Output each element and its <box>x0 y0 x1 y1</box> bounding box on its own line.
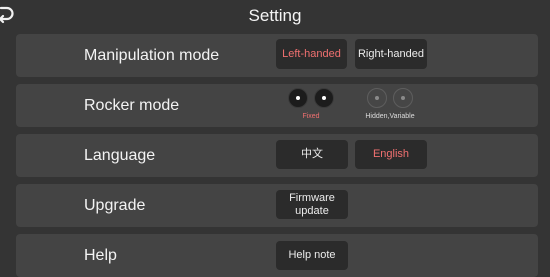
help-note-button[interactable]: Help note <box>276 241 348 270</box>
fixed-caption: Fixed <box>302 113 320 120</box>
manipulation-mode-row: Manipulation mode Left-handed Right-hand… <box>16 34 538 77</box>
rocker-mode-label: Rocker mode <box>84 97 180 114</box>
help-row: Help Help note <box>16 234 538 277</box>
hidden-left-stick-icon <box>367 88 387 108</box>
rocker-fixed-option[interactable]: Fixed <box>276 88 346 124</box>
rocker-hidden-variable-option[interactable]: Hidden,Variable <box>355 88 425 124</box>
upgrade-label: Upgrade <box>84 197 146 214</box>
fixed-right-stick-icon <box>314 88 334 108</box>
english-language-button[interactable]: English <box>355 140 427 169</box>
rocker-mode-row: Rocker mode Fixed Hidden,Variable <box>16 84 538 127</box>
left-handed-button[interactable]: Left-handed <box>276 39 347 69</box>
language-row: Language 中文 English <box>16 134 538 177</box>
fixed-left-stick-icon <box>288 88 308 108</box>
hidden-variable-caption: Hidden,Variable <box>365 113 415 120</box>
firmware-update-button[interactable]: Firmware update <box>276 190 348 219</box>
language-label: Language <box>84 147 156 164</box>
manipulation-mode-label: Manipulation mode <box>84 47 220 64</box>
chinese-language-button[interactable]: 中文 <box>276 140 348 169</box>
page-title: Setting <box>248 6 302 25</box>
upgrade-row: Upgrade Firmware update <box>16 184 538 227</box>
right-handed-button[interactable]: Right-handed <box>355 39 427 69</box>
help-label: Help <box>84 247 117 264</box>
hidden-right-stick-icon <box>393 88 413 108</box>
